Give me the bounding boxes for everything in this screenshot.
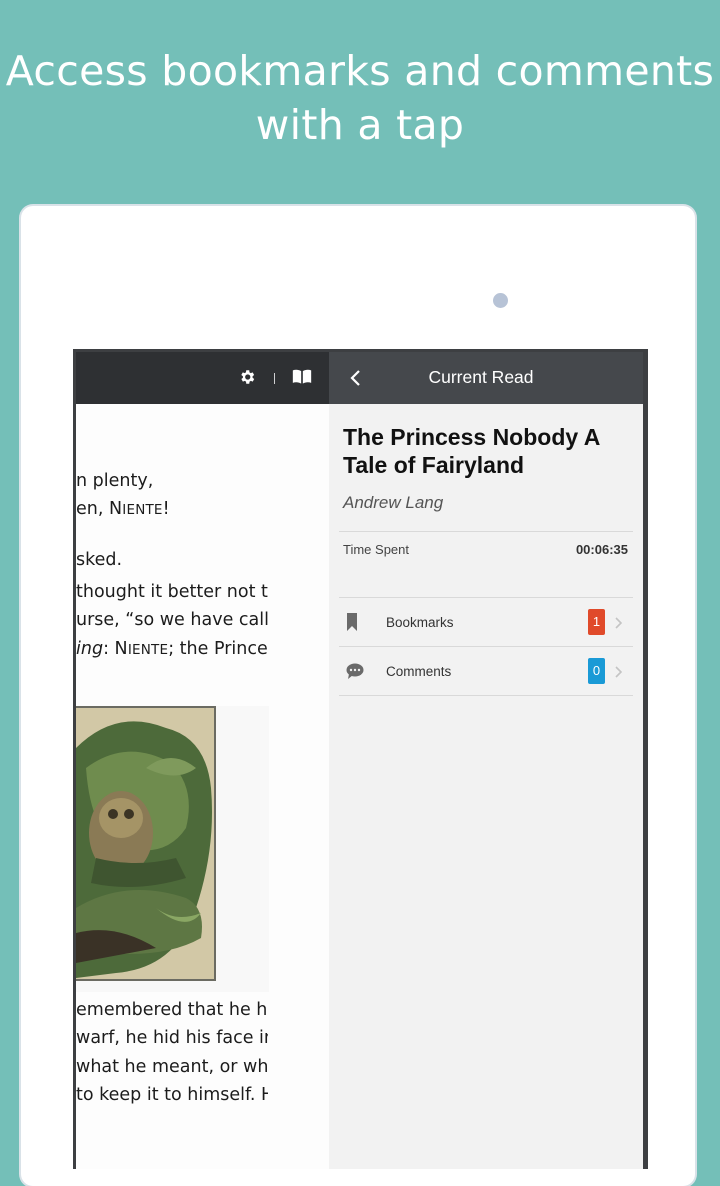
tablet-screen: n plenty, en, NIENTE! sked. thought it b… xyxy=(73,349,648,1169)
reader-line: urse, “so we have called xyxy=(76,610,268,630)
panel-header: Current Read xyxy=(329,352,643,404)
chevron-right-icon xyxy=(615,665,623,683)
reader-line: thought it better not to xyxy=(76,582,268,602)
chevron-left-icon[interactable] xyxy=(349,369,361,392)
gear-icon[interactable] xyxy=(238,368,256,391)
time-spent-label: Time Spent xyxy=(343,542,409,557)
time-spent-value: 00:06:35 xyxy=(575,542,628,557)
headline-line-2: with a tap xyxy=(255,101,465,149)
promo-headline: Access bookmarks and comments with a tap xyxy=(0,44,720,152)
chevron-right-icon xyxy=(615,616,623,634)
reader-line: what he meant, or why xyxy=(76,1057,268,1077)
toolbar-separator xyxy=(274,373,275,384)
panel-title: Current Read xyxy=(428,367,534,387)
reader-line: en, NIENTE! xyxy=(76,499,170,519)
reader-line: emembered that he had xyxy=(76,1000,268,1020)
book-author: Andrew Lang xyxy=(343,493,444,512)
owl-in-foliage-illustration xyxy=(76,706,216,981)
book-open-icon[interactable] xyxy=(292,368,312,391)
bookmarks-label: Bookmarks xyxy=(386,615,454,630)
comment-icon xyxy=(346,663,364,684)
bookmarks-row[interactable]: Bookmarks 1 xyxy=(339,598,633,646)
comments-row[interactable]: Comments 0 xyxy=(339,647,633,695)
comments-count-badge: 0 xyxy=(588,658,605,684)
comments-label: Comments xyxy=(386,664,452,679)
reader-line: warf, he hid his face in his xyxy=(76,1028,268,1048)
divider xyxy=(339,695,633,696)
current-read-panel: Current Read The Princess Nobody A Tale … xyxy=(329,352,643,1169)
bookmarks-count-badge: 1 xyxy=(588,609,605,635)
reader-line: to keep it to himself. He xyxy=(76,1085,268,1105)
divider xyxy=(339,531,633,532)
headline-line-1: Access bookmarks and comments xyxy=(5,47,715,95)
book-title: The Princess Nobody A Tale of Fairyland xyxy=(343,424,600,478)
reader-line: sked. xyxy=(76,550,123,570)
reader-pane[interactable]: n plenty, en, NIENTE! sked. thought it b… xyxy=(76,352,329,1169)
bookmark-icon xyxy=(346,613,358,636)
reader-line: ing: NIENTE; the Princess xyxy=(76,639,268,659)
reader-line: n plenty, xyxy=(76,471,154,491)
reader-toolbar xyxy=(76,352,329,404)
camera-dot xyxy=(493,293,508,308)
